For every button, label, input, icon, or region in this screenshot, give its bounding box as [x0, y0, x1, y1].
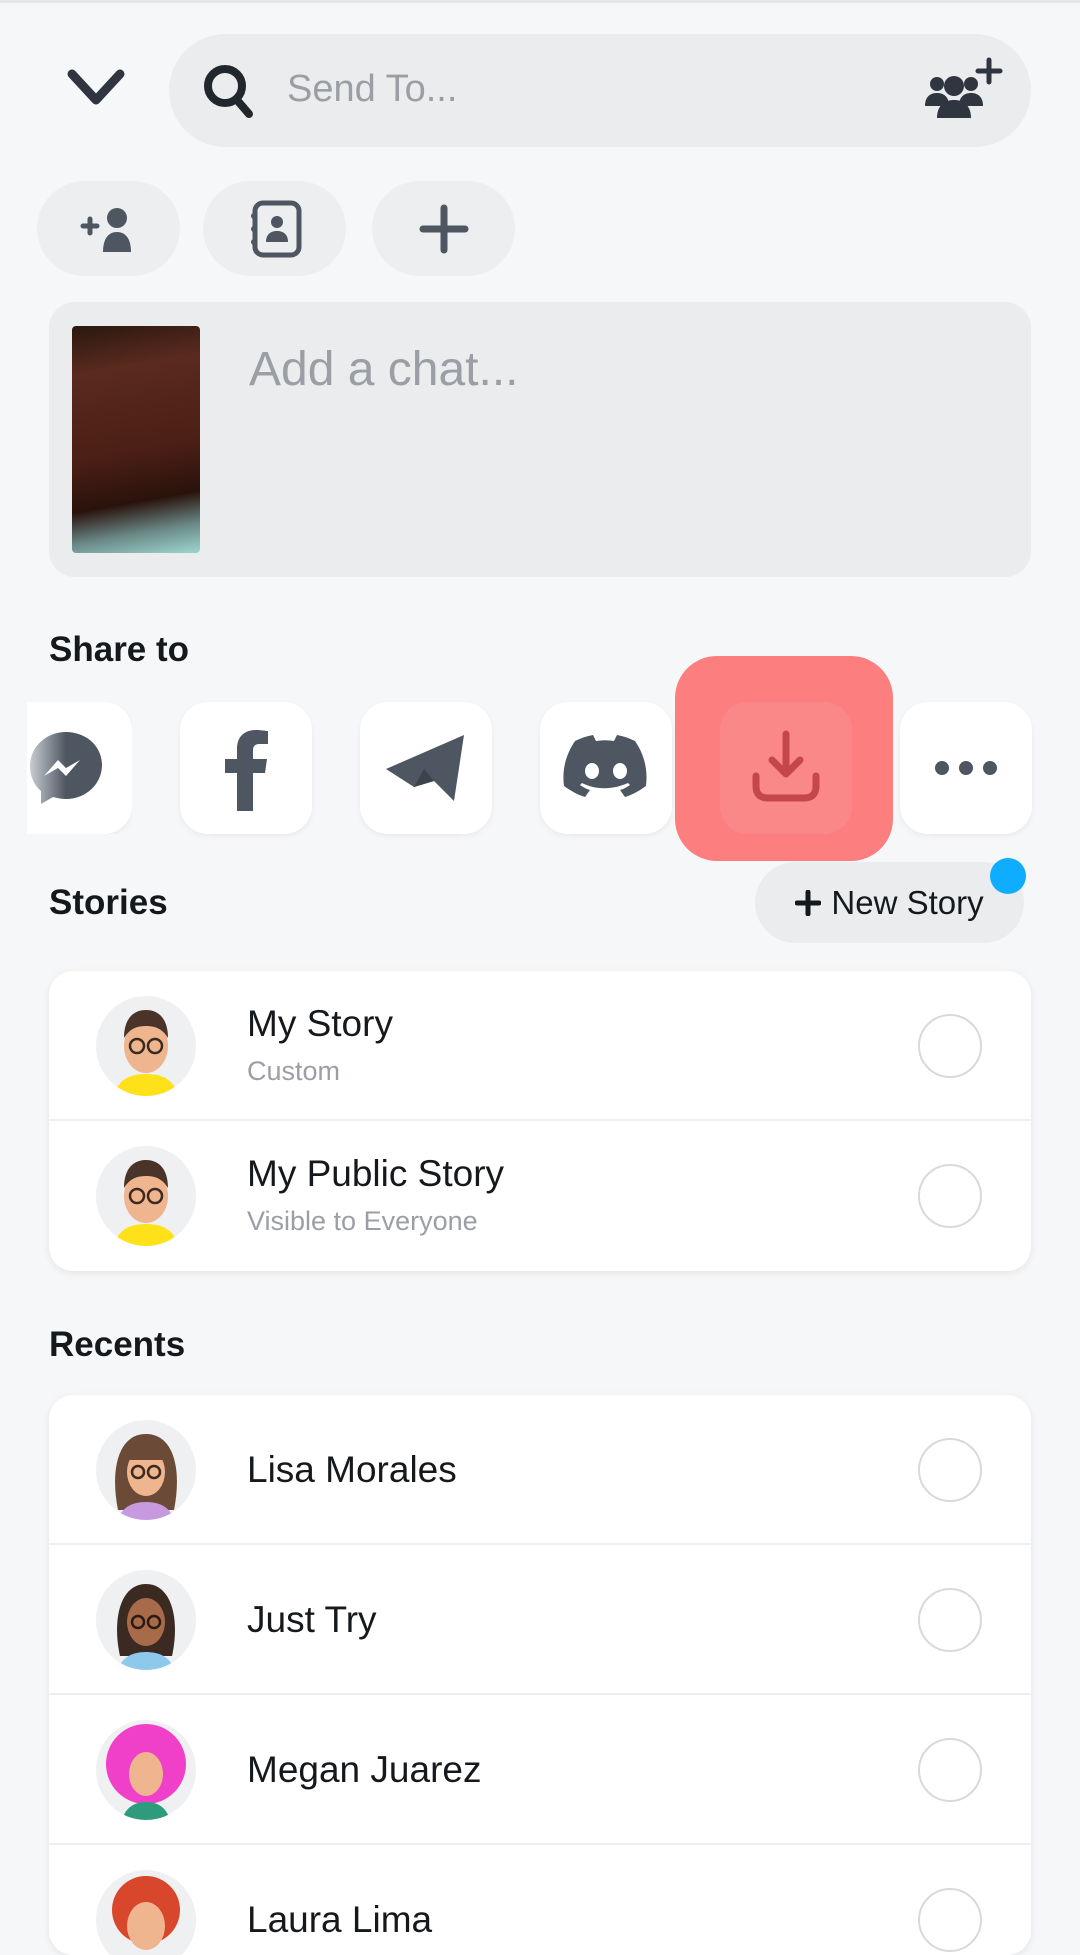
select-radio[interactable]	[918, 1014, 982, 1078]
chevron-down-icon[interactable]	[66, 62, 126, 112]
list-item[interactable]: Megan Juarez	[49, 1695, 1031, 1845]
list-item[interactable]: Just Try	[49, 1545, 1031, 1695]
list-item[interactable]: Laura Lima	[49, 1845, 1031, 1955]
new-story-label: New Story	[831, 883, 984, 921]
contact-name: Laura Lima	[247, 1899, 433, 1940]
share-to-heading: Share to	[49, 630, 190, 669]
chat-input[interactable]: Add a chat...	[249, 342, 519, 397]
story-subtitle: Custom	[247, 1056, 341, 1086]
share-more[interactable]	[900, 702, 1032, 834]
contact-name: Megan Juarez	[247, 1749, 482, 1790]
plus-icon	[419, 204, 468, 253]
messenger-icon	[30, 732, 102, 804]
select-radio[interactable]	[918, 1738, 982, 1802]
select-radio[interactable]	[918, 1888, 982, 1952]
story-name: My Public Story	[247, 1153, 505, 1194]
share-facebook[interactable]	[180, 702, 312, 834]
contact-name: Just Try	[247, 1599, 377, 1640]
stories-heading: Stories	[49, 883, 168, 922]
status-divider	[0, 0, 1080, 3]
share-telegram[interactable]	[360, 702, 492, 834]
recents-list: Lisa Morales Just Try Megan Juarez Laura…	[49, 1395, 1031, 1955]
add-friend-icon	[80, 207, 131, 252]
plus-icon	[795, 889, 822, 916]
create-button[interactable]	[372, 181, 515, 276]
chat-box[interactable]: Add a chat...	[49, 302, 1031, 577]
avatar	[96, 1420, 196, 1520]
notification-dot	[990, 858, 1026, 894]
avatar	[96, 1720, 196, 1820]
select-radio[interactable]	[918, 1588, 982, 1652]
facebook-icon	[225, 730, 268, 811]
avatar	[96, 996, 196, 1096]
add-friend-button[interactable]	[37, 181, 180, 276]
list-item[interactable]: Lisa Morales	[49, 1395, 1031, 1545]
stories-list: My Story Custom My Public Story Visible …	[49, 971, 1031, 1271]
recents-heading: Recents	[49, 1325, 186, 1364]
contacts-button[interactable]	[203, 181, 346, 276]
story-name: My Story	[247, 1003, 393, 1044]
discord-icon	[563, 735, 647, 797]
share-messenger[interactable]	[27, 702, 132, 834]
list-item[interactable]: My Public Story Visible to Everyone	[49, 1121, 1031, 1271]
search-input[interactable]: Send To...	[287, 68, 457, 111]
contact-name: Lisa Morales	[247, 1449, 457, 1490]
download-icon	[752, 730, 820, 802]
share-download[interactable]	[720, 702, 852, 834]
avatar	[96, 1146, 196, 1246]
new-story-button[interactable]: New Story	[755, 862, 1024, 943]
contacts-icon	[250, 200, 301, 257]
more-icon	[935, 761, 997, 775]
select-radio[interactable]	[918, 1164, 982, 1228]
avatar	[96, 1570, 196, 1670]
snap-thumbnail	[72, 326, 200, 553]
list-item[interactable]: My Story Custom	[49, 971, 1031, 1121]
telegram-icon	[386, 735, 464, 801]
story-subtitle: Visible to Everyone	[247, 1206, 478, 1236]
search-bar[interactable]: Send To...	[169, 34, 1031, 147]
avatar	[96, 1870, 196, 1955]
search-icon	[204, 65, 253, 118]
share-discord[interactable]	[540, 702, 672, 834]
select-radio[interactable]	[918, 1438, 982, 1502]
new-group-icon[interactable]	[917, 56, 1005, 120]
